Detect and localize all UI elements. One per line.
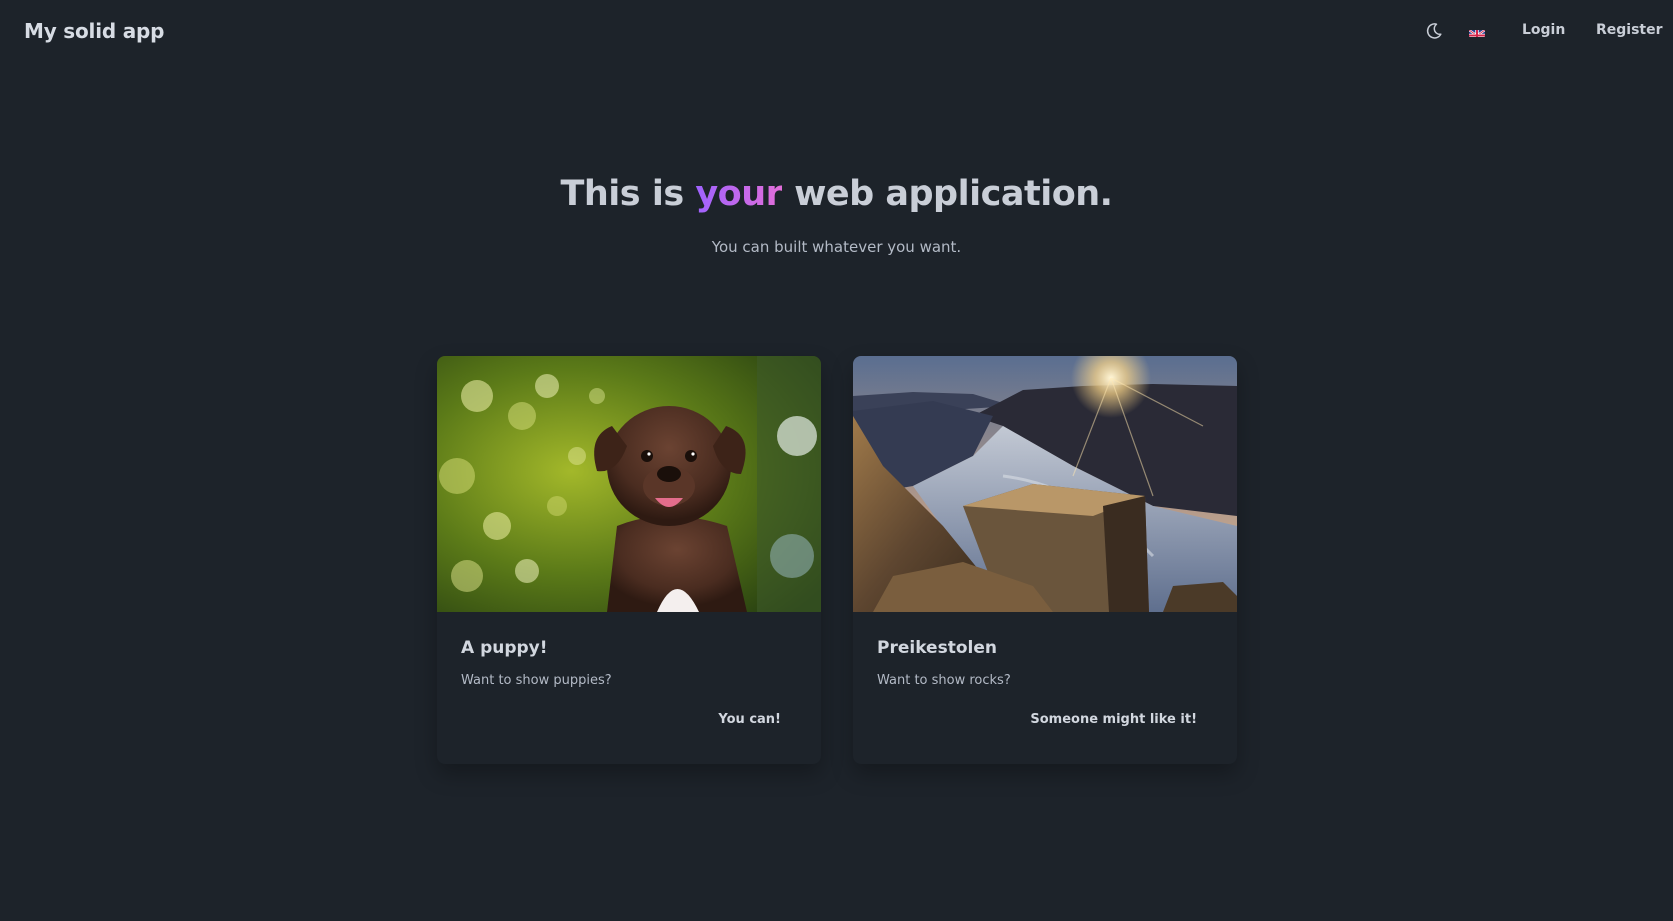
- hero-title: This is your web application.: [0, 174, 1673, 214]
- theme-toggle-button[interactable]: [1424, 21, 1444, 41]
- fjord-cliff-photo: [853, 356, 1237, 612]
- card-puppy: A puppy! Want to show puppies? You can!: [437, 356, 821, 764]
- card-text: Want to show puppies?: [461, 673, 612, 688]
- hero-title-start: This is: [560, 174, 696, 214]
- hero-title-accent: your: [695, 174, 783, 214]
- login-link[interactable]: Login: [1522, 22, 1565, 38]
- brand-link[interactable]: My solid app: [24, 19, 164, 43]
- navbar: My solid app Login Register: [0, 0, 1673, 66]
- card-title: Preikestolen: [877, 638, 997, 658]
- card-action-button[interactable]: You can!: [718, 712, 781, 727]
- language-switcher[interactable]: [1469, 26, 1485, 37]
- card-text: Want to show rocks?: [877, 673, 1011, 688]
- hero-title-end: web application.: [782, 174, 1113, 214]
- card-title: A puppy!: [461, 638, 548, 658]
- puppy-photo: [437, 356, 821, 612]
- hero-subtitle: You can built whatever you want.: [711, 238, 962, 256]
- moon-icon: [1426, 23, 1442, 39]
- card-preikestolen: Preikestolen Want to show rocks? Someone…: [853, 356, 1237, 764]
- card-action-button[interactable]: Someone might like it!: [1030, 712, 1197, 727]
- register-link[interactable]: Register: [1596, 22, 1663, 38]
- uk-flag-icon: [1469, 29, 1485, 37]
